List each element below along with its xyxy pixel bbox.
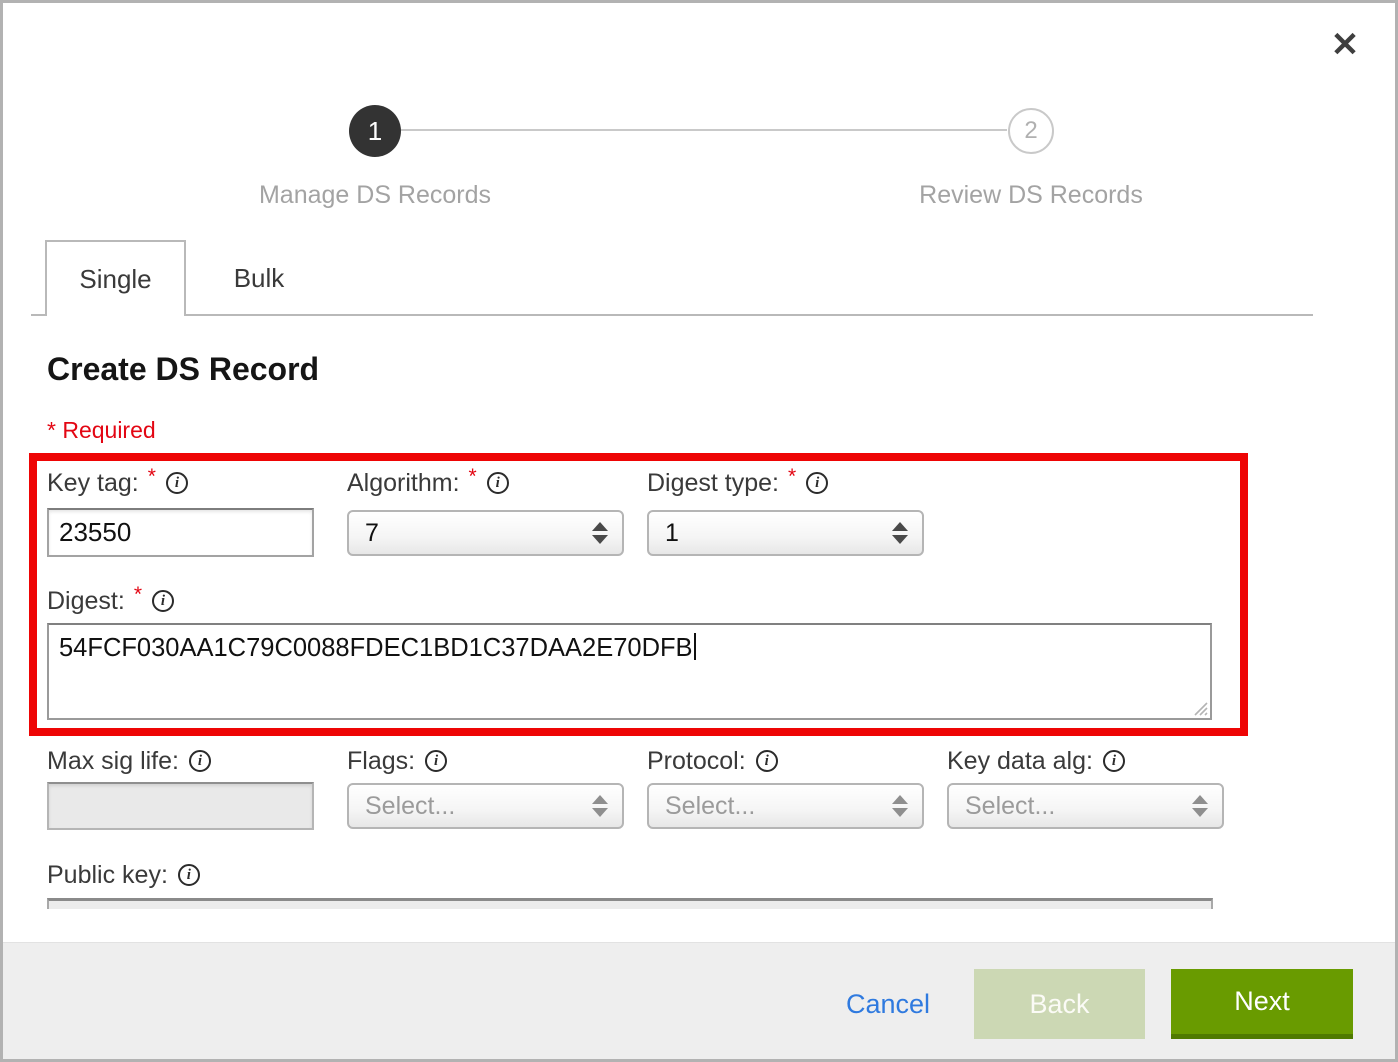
info-icon[interactable]: i <box>178 864 200 886</box>
select-arrows-icon <box>1192 795 1208 817</box>
algorithm-select-value: 7 <box>365 519 592 548</box>
create-ds-record-modal: ✕ 1 2 Manage DS Records Review DS Record… <box>0 0 1398 1062</box>
flags-select-value: Select... <box>365 792 592 821</box>
flags-select[interactable]: Select... <box>347 783 624 829</box>
info-icon[interactable]: i <box>166 472 188 494</box>
required-asterisk: * <box>148 465 156 489</box>
key-data-alg-select-value: Select... <box>965 792 1192 821</box>
protocol-select-value: Select... <box>665 792 892 821</box>
digest-type-select-value: 1 <box>665 519 892 548</box>
key-tag-label-text: Key tag: <box>47 469 139 498</box>
modal-footer: Cancel Back Next <box>3 942 1395 1062</box>
close-icon[interactable]: ✕ <box>1323 23 1367 67</box>
digest-type-select[interactable]: 1 <box>647 510 924 556</box>
key-data-alg-label-text: Key data alg: <box>947 747 1093 776</box>
info-icon[interactable]: i <box>152 590 174 612</box>
resize-handle-icon[interactable] <box>1191 699 1208 716</box>
step-1-label: Manage DS Records <box>215 181 535 210</box>
page-title: Create DS Record <box>47 351 319 388</box>
algorithm-label: Algorithm: * i <box>347 469 509 497</box>
key-tag-input[interactable] <box>47 508 314 557</box>
cancel-button[interactable]: Cancel <box>846 989 930 1020</box>
next-button[interactable]: Next <box>1171 969 1353 1039</box>
select-arrows-icon <box>592 795 608 817</box>
public-key-textarea[interactable] <box>47 898 1213 909</box>
flags-label-text: Flags: <box>347 747 415 776</box>
digest-label-text: Digest: <box>47 587 125 616</box>
back-button[interactable]: Back <box>974 969 1145 1039</box>
digest-type-label: Digest type: * i <box>647 469 828 497</box>
protocol-label: Protocol: i <box>647 747 778 775</box>
select-arrows-icon <box>592 522 608 544</box>
protocol-select[interactable]: Select... <box>647 783 924 829</box>
step-1-indicator: 1 <box>349 105 401 157</box>
max-sig-life-label-text: Max sig life: <box>47 747 179 776</box>
info-icon[interactable]: i <box>189 750 211 772</box>
text-cursor-icon <box>694 633 696 660</box>
protocol-label-text: Protocol: <box>647 747 746 776</box>
tab-bulk[interactable]: Bulk <box>186 240 332 316</box>
info-icon[interactable]: i <box>756 750 778 772</box>
digest-textarea[interactable]: 54FCF030AA1C79C0088FDEC1BD1C37DAA2E70DFB <box>47 623 1212 720</box>
required-note: * Required <box>47 417 156 444</box>
algorithm-select[interactable]: 7 <box>347 510 624 556</box>
info-icon[interactable]: i <box>425 750 447 772</box>
info-icon[interactable]: i <box>1103 750 1125 772</box>
stepper-connector-line <box>401 129 1007 131</box>
required-asterisk: * <box>469 465 477 489</box>
key-tag-label: Key tag: * i <box>47 469 188 497</box>
digest-type-label-text: Digest type: <box>647 469 779 498</box>
max-sig-life-input[interactable] <box>47 782 314 830</box>
digest-label: Digest: * i <box>47 587 174 615</box>
tab-single[interactable]: Single <box>45 240 186 316</box>
required-asterisk: * <box>134 583 142 607</box>
key-data-alg-select[interactable]: Select... <box>947 783 1224 829</box>
key-data-alg-label: Key data alg: i <box>947 747 1125 775</box>
info-icon[interactable]: i <box>487 472 509 494</box>
step-2-label: Review DS Records <box>871 181 1191 210</box>
select-arrows-icon <box>892 522 908 544</box>
step-2-indicator: 2 <box>1008 108 1054 154</box>
digest-value: 54FCF030AA1C79C0088FDEC1BD1C37DAA2E70DFB <box>59 634 693 662</box>
algorithm-label-text: Algorithm: <box>347 469 460 498</box>
public-key-label-text: Public key: <box>47 861 168 890</box>
select-arrows-icon <box>892 795 908 817</box>
max-sig-life-label: Max sig life: i <box>47 747 211 775</box>
flags-label: Flags: i <box>347 747 447 775</box>
required-asterisk: * <box>788 465 796 489</box>
public-key-label: Public key: i <box>47 861 200 889</box>
info-icon[interactable]: i <box>806 472 828 494</box>
